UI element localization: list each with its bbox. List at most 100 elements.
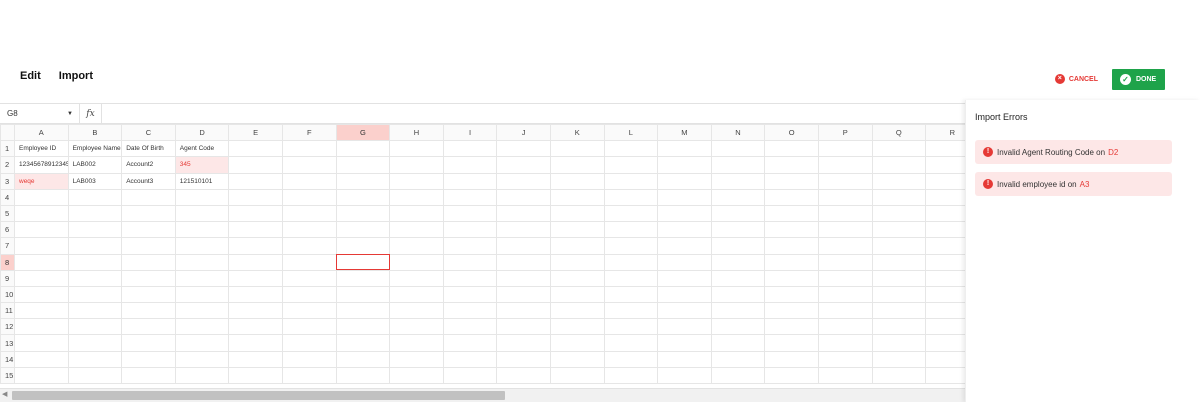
cell-f4[interactable] (281, 188, 337, 206)
cell-g15[interactable] (335, 366, 391, 385)
cell-h9[interactable] (389, 269, 444, 287)
cell-l5[interactable] (603, 204, 659, 223)
cell-q2[interactable] (871, 156, 927, 174)
cell-p2[interactable] (817, 156, 873, 174)
cell-h5[interactable] (389, 204, 444, 223)
cell-k1[interactable] (549, 140, 605, 158)
cell-o9[interactable] (764, 269, 819, 287)
cell-n8[interactable] (710, 253, 766, 271)
cell-a2[interactable]: 12345678912345 (14, 156, 69, 174)
column-header-c[interactable]: C (121, 124, 176, 142)
cell-b5[interactable] (67, 204, 123, 223)
column-header-p[interactable]: P (817, 124, 873, 142)
cell-p9[interactable] (817, 269, 873, 287)
row-header-2[interactable]: 2 (0, 156, 15, 174)
cell-e3[interactable] (228, 172, 283, 190)
cell-j7[interactable] (496, 237, 551, 255)
cell-p14[interactable] (817, 350, 873, 368)
cell-h11[interactable] (389, 302, 444, 320)
scroll-left-icon[interactable]: ◀ (2, 390, 7, 398)
cell-k12[interactable] (549, 318, 605, 336)
cell-b1[interactable]: Employee Name (67, 140, 123, 158)
column-header-l[interactable]: L (603, 124, 659, 142)
cell-l11[interactable] (603, 302, 659, 320)
cell-l4[interactable] (603, 188, 659, 206)
cell-j3[interactable] (496, 172, 551, 190)
cell-d7[interactable] (174, 237, 230, 255)
error-cell-ref[interactable]: D2 (1108, 148, 1118, 157)
cell-q13[interactable] (871, 334, 927, 352)
cell-n12[interactable] (710, 318, 766, 336)
cell-q10[interactable] (871, 285, 927, 304)
row-header-5[interactable]: 5 (0, 204, 15, 223)
cell-d14[interactable] (174, 350, 230, 368)
column-header-h[interactable]: H (389, 124, 444, 142)
row-header-4[interactable]: 4 (0, 188, 15, 206)
cell-k15[interactable] (549, 366, 605, 385)
cell-n5[interactable] (710, 204, 766, 223)
row-header-1[interactable]: 1 (0, 140, 15, 158)
cell-o7[interactable] (764, 237, 819, 255)
column-header-d[interactable]: D (174, 124, 230, 142)
cell-g6[interactable] (335, 221, 391, 239)
cell-m11[interactable] (657, 302, 712, 320)
cell-o14[interactable] (764, 350, 819, 368)
cell-c4[interactable] (121, 188, 176, 206)
cell-e7[interactable] (228, 237, 283, 255)
cell-b7[interactable] (67, 237, 123, 255)
cell-m9[interactable] (657, 269, 712, 287)
cell-n4[interactable] (710, 188, 766, 206)
cell-g7[interactable] (335, 237, 391, 255)
cell-d8[interactable] (174, 253, 230, 271)
cell-d6[interactable] (174, 221, 230, 239)
cell-r14[interactable] (925, 350, 965, 368)
caret-down-icon[interactable]: ▼ (67, 111, 73, 117)
row-header-15[interactable]: 15 (0, 366, 15, 385)
cell-g9[interactable] (335, 269, 391, 287)
cell-h6[interactable] (389, 221, 444, 239)
cell-d9[interactable] (174, 269, 230, 287)
cell-l6[interactable] (603, 221, 659, 239)
row-header-12[interactable]: 12 (0, 318, 15, 336)
cell-l10[interactable] (603, 285, 659, 304)
cell-d10[interactable] (174, 285, 230, 304)
cell-q6[interactable] (871, 221, 927, 239)
cell-n14[interactable] (710, 350, 766, 368)
menu-edit[interactable]: Edit (20, 70, 41, 82)
cell-i12[interactable] (442, 318, 498, 336)
cell-b8[interactable] (67, 253, 123, 271)
cell-p5[interactable] (817, 204, 873, 223)
menu-import[interactable]: Import (59, 70, 93, 82)
cell-m15[interactable] (657, 366, 712, 385)
cell-d11[interactable] (174, 302, 230, 320)
cell-c1[interactable]: Date Of Birth (121, 140, 176, 158)
cell-l7[interactable] (603, 237, 659, 255)
error-item[interactable]: ! Invalid Agent Routing Code on D2 (975, 140, 1172, 164)
cell-f9[interactable] (281, 269, 337, 287)
row-header-7[interactable]: 7 (0, 237, 15, 255)
cell-b10[interactable] (67, 285, 123, 304)
cell-g12[interactable] (335, 318, 391, 336)
cell-f10[interactable] (281, 285, 337, 304)
cell-e15[interactable] (228, 366, 283, 385)
cell-h7[interactable] (389, 237, 444, 255)
cell-d12[interactable] (174, 318, 230, 336)
cell-j8[interactable] (496, 253, 551, 271)
horizontal-scrollbar[interactable]: ◀ (0, 388, 965, 402)
cell-m6[interactable] (657, 221, 712, 239)
column-header-j[interactable]: J (496, 124, 551, 142)
row-header-8[interactable]: 8 (0, 253, 15, 271)
cell-h2[interactable] (389, 156, 444, 174)
cell-f7[interactable] (281, 237, 337, 255)
cell-m5[interactable] (657, 204, 712, 223)
cell-o3[interactable] (764, 172, 819, 190)
cell-o10[interactable] (764, 285, 819, 304)
cell-o8[interactable] (764, 253, 819, 271)
error-item[interactable]: ! Invalid employee id on A3 (975, 172, 1172, 196)
cell-q1[interactable] (871, 140, 927, 158)
row-header-11[interactable]: 11 (0, 302, 15, 320)
cell-o11[interactable] (764, 302, 819, 320)
cancel-button[interactable]: × CANCEL (1051, 68, 1102, 90)
cell-e13[interactable] (228, 334, 283, 352)
row-header-6[interactable]: 6 (0, 221, 15, 239)
